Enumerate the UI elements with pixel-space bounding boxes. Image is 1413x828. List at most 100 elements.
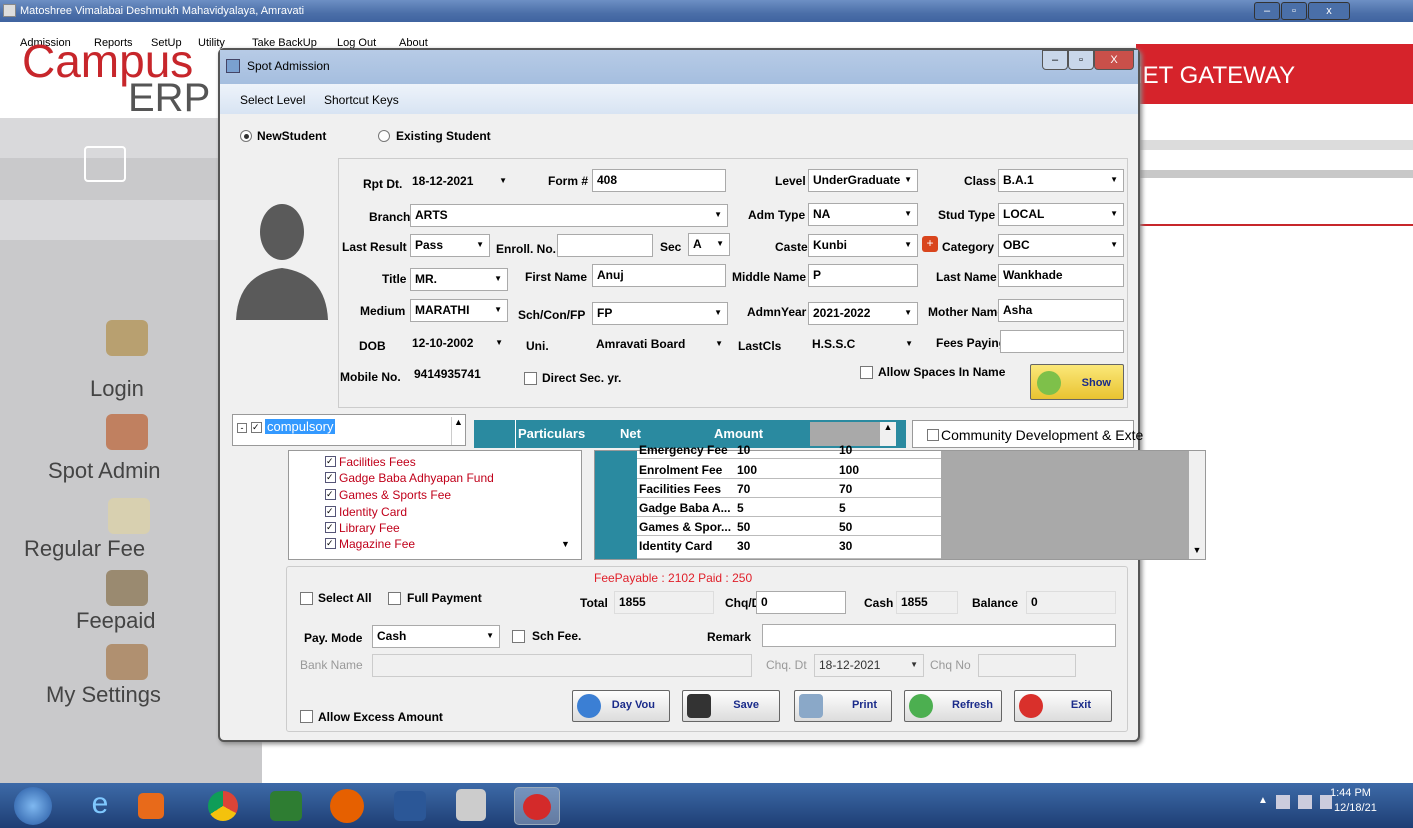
word-icon[interactable] bbox=[394, 791, 426, 821]
chq-dd-field[interactable]: 0 bbox=[756, 591, 846, 614]
close-icon[interactable]: x bbox=[1308, 2, 1350, 20]
excel-icon[interactable] bbox=[270, 791, 302, 821]
table-row[interactable]: Games & Spor... 50 50 bbox=[637, 518, 941, 536]
form-no-field[interactable]: 408 bbox=[592, 169, 726, 192]
table-row[interactable]: Enrolment Fee 100 100 bbox=[637, 461, 941, 479]
outlook-icon[interactable] bbox=[138, 793, 164, 819]
printer-app-icon[interactable] bbox=[456, 789, 486, 821]
tree-root-compulsory[interactable]: compulsory bbox=[265, 419, 336, 434]
select-all-checkbox[interactable] bbox=[300, 592, 313, 605]
level-select[interactable]: UnderGraduate bbox=[808, 169, 918, 192]
middle-name-field[interactable]: P bbox=[808, 264, 918, 287]
lastcls-select[interactable]: H.S.S.C bbox=[808, 334, 918, 357]
chrome-icon[interactable] bbox=[208, 791, 238, 821]
branch-select[interactable]: ARTS bbox=[410, 204, 728, 227]
dialog-minimize-icon[interactable]: – bbox=[1042, 50, 1068, 70]
table-row[interactable]: Facilities Fees 70 70 bbox=[637, 480, 941, 498]
tree-item-magazine-fee[interactable]: ✓ Magazine Fee bbox=[325, 537, 415, 551]
add-caste-icon[interactable]: + bbox=[922, 236, 938, 252]
table-row[interactable]: Gadge Baba A... 5 5 bbox=[637, 499, 941, 517]
exit-button[interactable]: Exit bbox=[1014, 690, 1112, 722]
erp-taskbar-button[interactable] bbox=[514, 787, 560, 825]
full-payment-label: Full Payment bbox=[407, 591, 482, 605]
fee-grid[interactable]: ▼ Emergency Fee 10 10 Enrolment Fee 100 100 … bbox=[594, 443, 1206, 560]
mother-name-field[interactable]: Asha bbox=[998, 299, 1124, 322]
allow-excess-checkbox[interactable] bbox=[300, 710, 313, 723]
first-name-field[interactable]: Anuj bbox=[592, 264, 726, 287]
maximize-icon[interactable]: ▫ bbox=[1281, 2, 1307, 20]
scroll-up-icon[interactable]: ▲ bbox=[451, 417, 465, 445]
class-select[interactable]: B.A.1 bbox=[998, 169, 1124, 192]
tree-item-facilities-fees[interactable]: ✓ Facilities Fees bbox=[325, 455, 416, 469]
fees-paying-field[interactable] bbox=[1000, 330, 1124, 353]
item-checkbox[interactable]: ✓ bbox=[325, 538, 336, 549]
save-button[interactable]: Save bbox=[682, 690, 780, 722]
tree-scroll-down-icon[interactable]: ▼ bbox=[561, 539, 570, 549]
enroll-field[interactable] bbox=[557, 234, 653, 257]
show-button[interactable]: Show bbox=[1030, 364, 1124, 400]
mobile-field[interactable]: 9414935741 bbox=[410, 364, 510, 387]
direct-sec-checkbox[interactable] bbox=[524, 372, 537, 385]
tray-arrow-icon[interactable]: ▲ bbox=[1258, 795, 1268, 806]
day-vou-button[interactable]: Day Vou bbox=[572, 690, 670, 722]
volume-icon[interactable] bbox=[1320, 795, 1332, 809]
pay-mode-select[interactable]: Cash bbox=[372, 625, 500, 648]
item-checkbox[interactable]: ✓ bbox=[325, 489, 336, 500]
fee-tree-header[interactable]: - ✓ compulsory ▲ bbox=[232, 414, 466, 446]
sec-select[interactable]: A bbox=[688, 233, 730, 256]
dialog-close-icon[interactable]: X bbox=[1094, 50, 1134, 70]
minimize-icon[interactable]: – bbox=[1254, 2, 1280, 20]
category-select[interactable]: OBC bbox=[998, 234, 1124, 257]
start-button[interactable] bbox=[14, 787, 52, 825]
flag-icon[interactable] bbox=[1276, 795, 1290, 809]
item-checkbox[interactable]: ✓ bbox=[325, 506, 336, 517]
dialog-maximize-icon[interactable]: ▫ bbox=[1068, 50, 1094, 70]
stud-type-select[interactable]: LOCAL bbox=[998, 203, 1124, 226]
medium-select[interactable]: MARATHI bbox=[410, 299, 508, 322]
refresh-button[interactable]: Refresh bbox=[904, 690, 1002, 722]
radio-existing-student[interactable] bbox=[378, 130, 390, 142]
spot-admission-dialog: Spot Admission – ▫ X Select Level Shortc… bbox=[218, 48, 1206, 742]
firefox-icon[interactable] bbox=[330, 789, 364, 823]
tree-item-gadge-baba[interactable]: ✓ Gadge Baba Adhyapan Fund bbox=[325, 471, 494, 485]
schcon-select[interactable]: FP bbox=[592, 302, 728, 325]
table-row[interactable]: Identity Card 30 30 bbox=[637, 537, 941, 559]
radio-new-student[interactable] bbox=[240, 130, 252, 142]
admn-year-select[interactable]: 2021-2022 bbox=[808, 302, 918, 325]
print-button[interactable]: Print bbox=[794, 690, 892, 722]
compulsory-checkbox[interactable]: ✓ bbox=[251, 422, 262, 433]
grid-scroll-down-icon[interactable]: ▼ bbox=[1189, 451, 1205, 559]
caste-select[interactable]: Kunbi bbox=[808, 234, 918, 257]
tree-item-games-sports[interactable]: ✓ Games & Sports Fee bbox=[325, 488, 451, 502]
title-select[interactable]: MR. bbox=[410, 268, 508, 291]
cell-particulars: Emergency Fee bbox=[639, 443, 728, 457]
last-result-select[interactable]: Pass bbox=[410, 234, 490, 257]
last-name-field[interactable]: Wankhade bbox=[998, 264, 1124, 287]
dob-picker[interactable]: 12-10-2002 bbox=[408, 333, 508, 356]
tree-item-label: Library Fee bbox=[339, 521, 400, 535]
tree-item-library-fee[interactable]: ✓ Library Fee bbox=[325, 521, 400, 535]
collapse-icon[interactable]: - bbox=[237, 423, 247, 433]
adm-type-select[interactable]: NA bbox=[808, 203, 918, 226]
key-icon bbox=[106, 320, 148, 356]
tree-item-identity-card[interactable]: ✓ Identity Card bbox=[325, 505, 407, 519]
fee-tree-list[interactable]: ✓ Facilities Fees ✓ Gadge Baba Adhyapan Fu… bbox=[288, 450, 582, 560]
menu-shortcut-keys[interactable]: Shortcut Keys bbox=[324, 93, 399, 107]
dob-label: DOB bbox=[359, 339, 386, 353]
caste-label: Caste bbox=[775, 240, 808, 254]
remark-field[interactable] bbox=[762, 624, 1116, 647]
table-row[interactable]: Emergency Fee 10 10 bbox=[637, 441, 941, 459]
menu-utility[interactable]: Utility bbox=[198, 37, 225, 49]
community-checkbox[interactable] bbox=[927, 429, 939, 441]
sch-fee-checkbox[interactable] bbox=[512, 630, 525, 643]
ie-icon[interactable]: e bbox=[80, 787, 120, 825]
item-checkbox[interactable]: ✓ bbox=[325, 456, 336, 467]
menu-select-level[interactable]: Select Level bbox=[240, 93, 305, 107]
uni-select[interactable]: Amravati Board bbox=[592, 334, 728, 357]
network-icon[interactable] bbox=[1298, 795, 1312, 809]
item-checkbox[interactable]: ✓ bbox=[325, 472, 336, 483]
allow-spaces-checkbox[interactable] bbox=[860, 366, 873, 379]
full-payment-checkbox[interactable] bbox=[388, 592, 401, 605]
item-checkbox[interactable]: ✓ bbox=[325, 522, 336, 533]
rpt-dt-picker[interactable]: 18-12-2021 bbox=[408, 171, 512, 194]
